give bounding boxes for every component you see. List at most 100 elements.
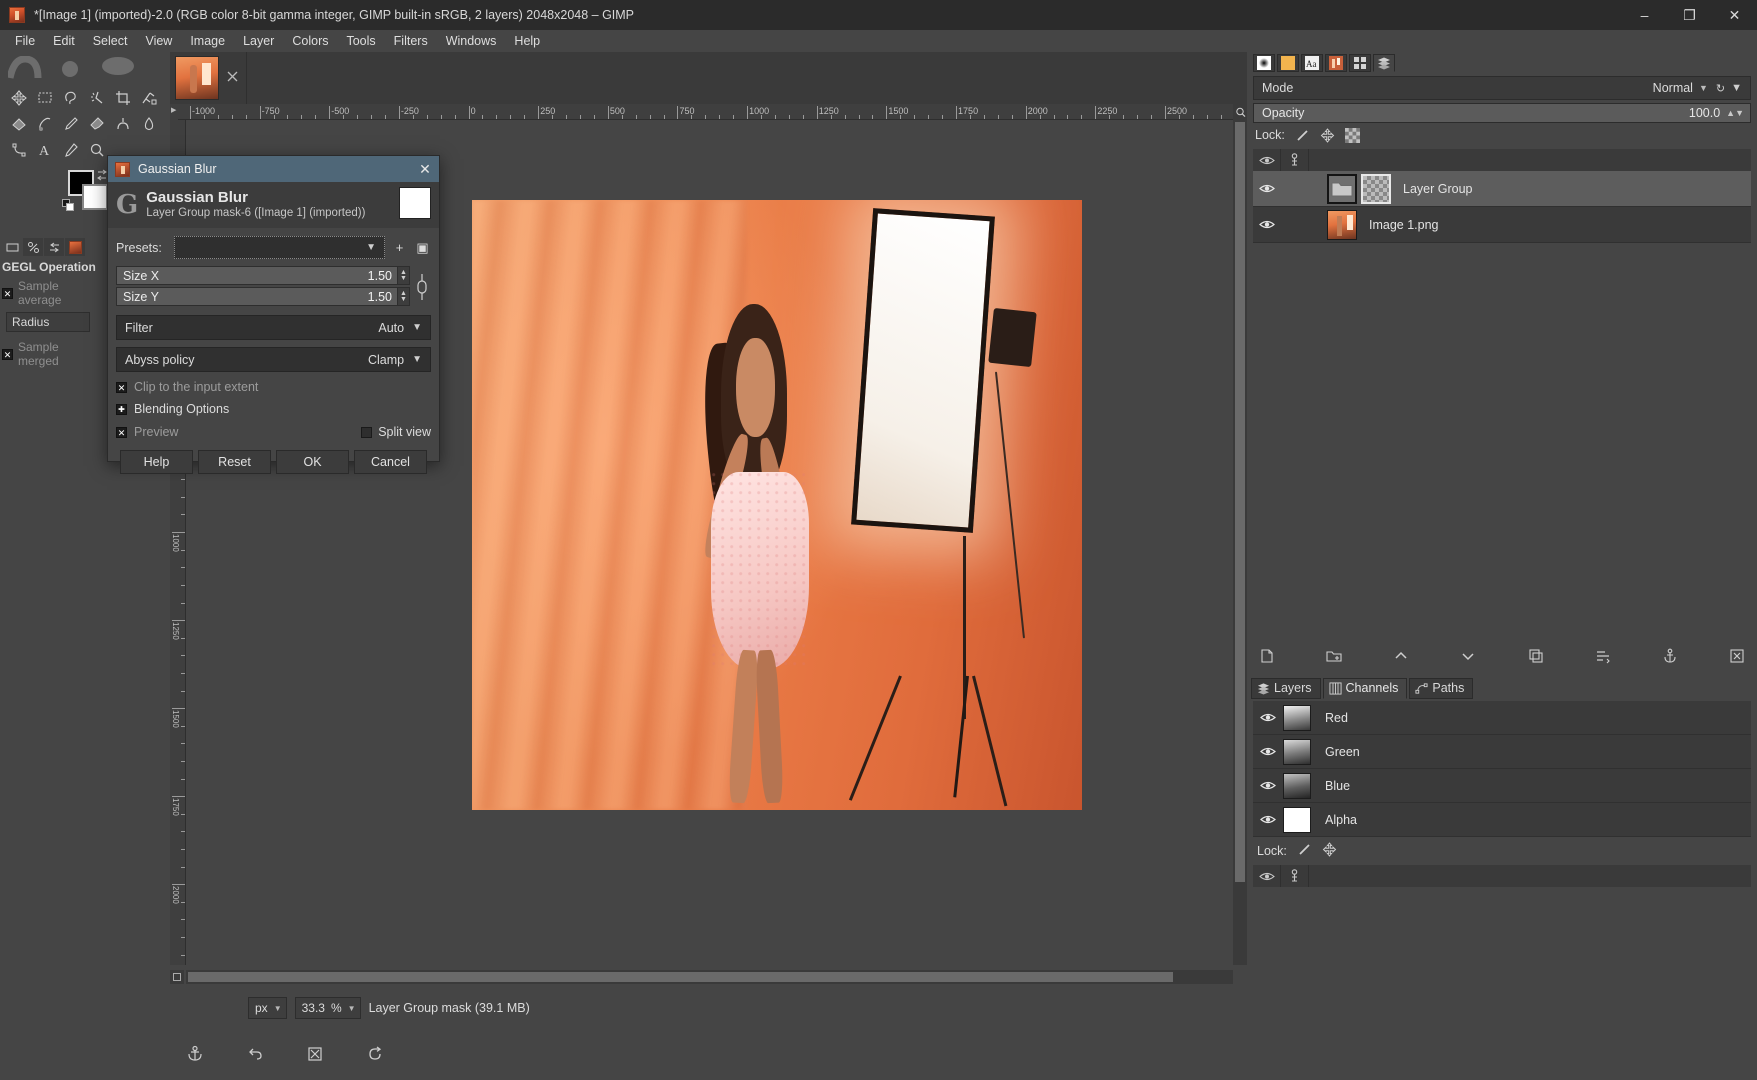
mode-menu-icon[interactable]: ▼ <box>1731 82 1742 95</box>
anchor-layer-button[interactable] <box>1658 645 1682 667</box>
dialog-preview-swatch[interactable] <box>399 187 431 219</box>
image-tab-close-icon[interactable] <box>225 69 239 83</box>
layer-visibility-icon[interactable] <box>1253 219 1281 230</box>
layer-name[interactable]: Layer Group <box>1403 182 1472 196</box>
transform-tool[interactable] <box>137 86 161 110</box>
radius-field[interactable]: Radius <box>6 312 90 332</box>
ruler-origin-button[interactable] <box>170 104 178 120</box>
channel-name[interactable]: Blue <box>1325 779 1350 793</box>
vertical-scrollbar[interactable] <box>1233 120 1247 965</box>
layer-mode-row[interactable]: Mode Normal ▼ ↻ ▼ <box>1253 76 1751 100</box>
lock-position-icon[interactable] <box>1320 127 1335 143</box>
ok-button[interactable]: OK <box>276 450 349 474</box>
tab-layers-dock[interactable] <box>1373 54 1395 72</box>
menu-image[interactable]: Image <box>181 32 234 50</box>
clone-tool[interactable] <box>111 112 135 136</box>
tab-patterns[interactable] <box>1277 54 1299 72</box>
size-x-slider[interactable]: Size X 1.50 ▲ ▼ <box>116 266 410 285</box>
eraser-tool[interactable] <box>85 112 109 136</box>
list-item[interactable]: Red <box>1253 701 1751 735</box>
lock-pixels-icon[interactable] <box>1297 842 1312 860</box>
menu-filters[interactable]: Filters <box>385 32 437 50</box>
tab-images[interactable] <box>1325 54 1347 72</box>
gaussian-blur-dialog[interactable]: Gaussian Blur ✕ G Gaussian Blur Layer Gr… <box>107 155 440 474</box>
navigation-preview-button[interactable] <box>1233 104 1247 120</box>
anchor-icon[interactable] <box>184 1043 206 1065</box>
reset-button[interactable]: Reset <box>198 450 271 474</box>
merge-down-button[interactable] <box>1591 645 1615 667</box>
sample-merged-row[interactable]: ✕ Sample merged <box>0 338 97 370</box>
path-tool[interactable] <box>7 138 31 162</box>
tab-fonts[interactable]: Aa <box>1301 54 1323 72</box>
channel-name[interactable]: Red <box>1325 711 1348 725</box>
tab-tool-options[interactable] <box>2 238 22 256</box>
channel-name[interactable]: Alpha <box>1325 813 1357 827</box>
sample-merged-checkbox[interactable]: ✕ <box>2 348 13 360</box>
zoom-selector[interactable]: 33.3 % ▼ <box>294 997 361 1019</box>
manage-presets-button[interactable]: ▣ <box>414 238 431 258</box>
list-item[interactable]: Blue <box>1253 769 1751 803</box>
layer-visibility-icon[interactable] <box>1253 183 1281 194</box>
split-view-group[interactable]: Split view <box>361 425 431 439</box>
channel-visibility-icon[interactable] <box>1253 814 1283 825</box>
text-tool[interactable]: A <box>33 138 57 162</box>
sample-average-checkbox[interactable]: ✕ <box>2 287 13 299</box>
smudge-tool[interactable] <box>33 112 57 136</box>
list-item[interactable]: Green <box>1253 735 1751 769</box>
raise-layer-button[interactable] <box>1389 645 1413 667</box>
zoom-tool[interactable] <box>85 138 109 162</box>
menu-windows[interactable]: Windows <box>437 32 506 50</box>
size-x-value[interactable]: 1.50 <box>368 269 397 283</box>
add-preset-button[interactable]: + <box>391 238 408 258</box>
tab-channels[interactable]: Channels <box>1322 678 1408 699</box>
layer-mask-thumbnail[interactable] <box>1361 173 1391 204</box>
sample-average-row[interactable]: ✕ Sample average <box>0 277 97 309</box>
blending-expander-icon[interactable]: ✚ <box>116 403 127 415</box>
move-tool[interactable] <box>7 86 31 110</box>
horizontal-scrollbar[interactable] <box>186 970 1233 984</box>
horizontal-ruler[interactable]: -1000 -750 -500 -250 0 250 500 750 1000 1250 1500 1… <box>178 104 1247 120</box>
lower-layer-button[interactable] <box>1456 645 1480 667</box>
filter-select[interactable]: Filter Auto ▼ <box>116 315 431 340</box>
size-y-value[interactable]: 1.50 <box>368 290 397 304</box>
menu-view[interactable]: View <box>136 32 181 50</box>
split-view-checkbox[interactable] <box>361 426 373 438</box>
lock-alpha-icon[interactable] <box>1344 127 1360 143</box>
maximize-button[interactable]: ❐ <box>1667 0 1712 30</box>
tab-layers[interactable]: Layers <box>1251 678 1321 699</box>
menu-tools[interactable]: Tools <box>337 32 384 50</box>
layer-name[interactable]: Image 1.png <box>1369 218 1439 232</box>
bucket-fill-tool[interactable] <box>7 112 31 136</box>
delete-layer-button[interactable] <box>1725 645 1749 667</box>
background-color-swatch[interactable] <box>82 184 108 210</box>
table-row[interactable]: Layer Group <box>1253 171 1751 207</box>
list-item[interactable]: Alpha <box>1253 803 1751 837</box>
quick-mask-toggle[interactable] <box>170 970 184 984</box>
channel-visibility-icon[interactable] <box>1253 780 1283 791</box>
chain-link-icon[interactable] <box>413 272 431 302</box>
chevron-down-icon[interactable]: ▼ <box>1699 83 1716 93</box>
blur-tool[interactable] <box>137 112 161 136</box>
menu-help[interactable]: Help <box>505 32 549 50</box>
tab-undo-history[interactable] <box>44 238 64 256</box>
fuzzy-select-tool[interactable] <box>85 86 109 110</box>
color-picker-tool[interactable] <box>59 138 83 162</box>
size-y-spinner[interactable]: ▲ ▼ <box>397 288 409 305</box>
opacity-spinner-icon[interactable]: ▲▼ <box>1726 108 1750 118</box>
menu-layer[interactable]: Layer <box>234 32 283 50</box>
channel-name[interactable]: Green <box>1325 745 1360 759</box>
abyss-policy-select[interactable]: Abyss policy Clamp ▼ <box>116 347 431 372</box>
cancel-icon[interactable] <box>304 1043 326 1065</box>
menu-select[interactable]: Select <box>84 32 137 50</box>
presets-combo[interactable]: ▼ <box>174 236 385 259</box>
cancel-button[interactable]: Cancel <box>354 450 427 474</box>
close-button[interactable]: ✕ <box>1712 0 1757 30</box>
lock-pixels-icon[interactable] <box>1295 128 1310 143</box>
free-select-tool[interactable] <box>59 86 83 110</box>
menu-file[interactable]: File <box>6 32 44 50</box>
rect-select-tool[interactable] <box>33 86 57 110</box>
unit-selector[interactable]: px ▼ <box>248 997 287 1019</box>
image-tab-thumbnail[interactable] <box>175 56 219 100</box>
layer-opacity-row[interactable]: Opacity 100.0 ▲▼ <box>1253 103 1751 123</box>
tab-brushes[interactable] <box>1253 54 1275 72</box>
